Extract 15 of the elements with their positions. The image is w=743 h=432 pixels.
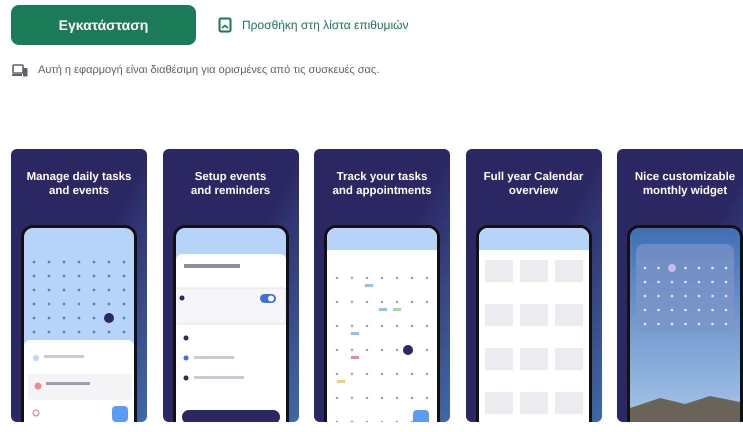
install-button[interactable]: Εγκατάσταση — [11, 5, 196, 45]
screenshot-card[interactable]: Track your tasks and appointments — [314, 148, 450, 422]
devices-icon — [12, 64, 28, 77]
screenshot-caption: Manage daily tasks and events — [26, 170, 132, 198]
screenshot-caption: Nice customizable monthly widget — [634, 170, 736, 198]
screenshot-card[interactable]: Full year Calendar overview — [466, 148, 602, 422]
screenshot-caption: Track your tasks and appointments — [331, 170, 433, 198]
screenshot-card[interactable]: Manage daily tasks and events — [11, 148, 147, 422]
screenshot-caption: Full year Calendar overview — [482, 170, 584, 198]
screenshot-caption: Setup events and reminders — [190, 170, 272, 198]
bookmark-add-icon — [218, 17, 232, 33]
availability-note: Αυτή η εφαρμογή είναι διαθέσιμη για ορισμένες από τις συσκευές σας. — [38, 63, 380, 78]
screenshot-card[interactable]: Nice customizable monthly widget — [617, 148, 743, 422]
wishlist-link[interactable]: Προσθήκη στη λίστα επιθυμιών — [218, 16, 408, 34]
screenshot-card[interactable]: Setup events and reminders — [162, 148, 298, 422]
